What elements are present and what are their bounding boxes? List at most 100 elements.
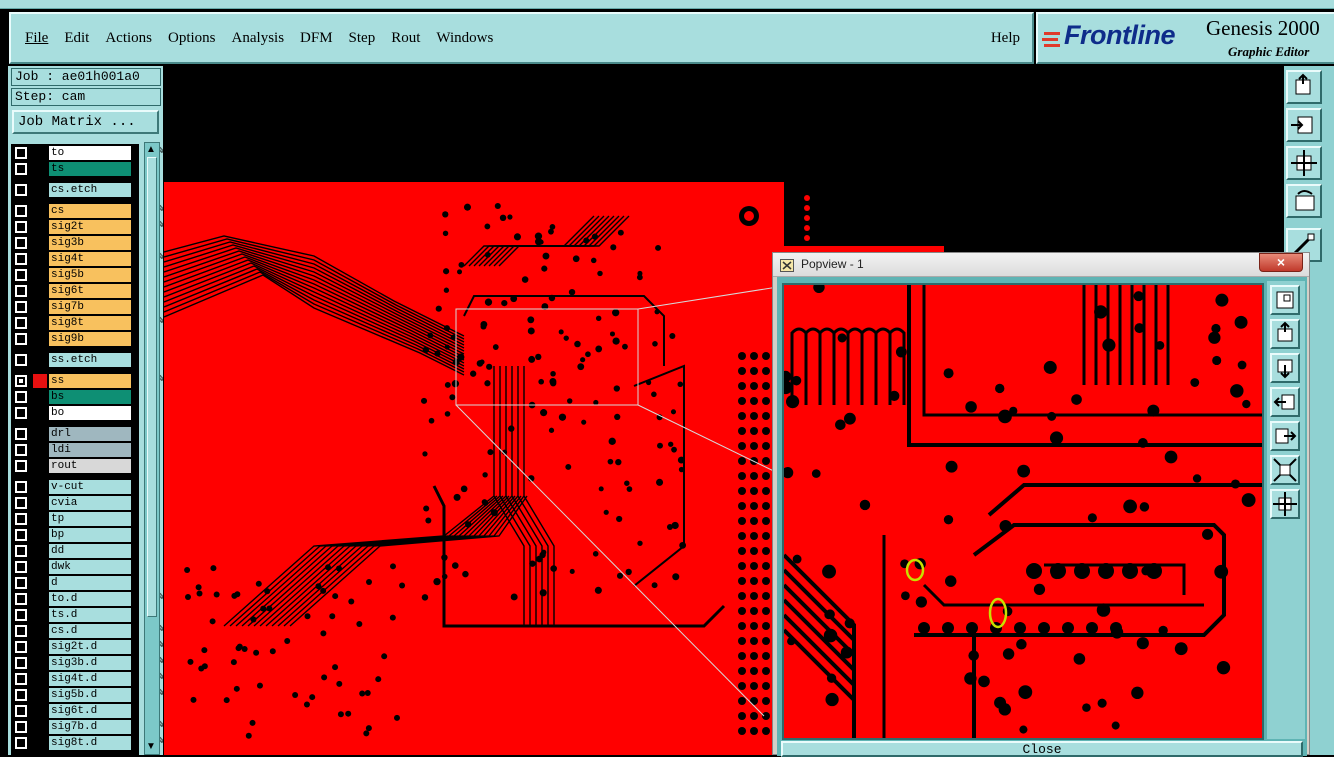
layer-color-swatch[interactable]: [33, 332, 47, 346]
layer-row-sig8t[interactable]: sig8t ✎: [11, 316, 165, 330]
layer-name[interactable]: v-cut: [49, 480, 131, 494]
layer-checkbox[interactable]: [15, 609, 27, 621]
layer-name[interactable]: bo: [49, 406, 131, 420]
layer-checkbox[interactable]: [15, 481, 27, 493]
menu-options[interactable]: Options: [160, 30, 224, 47]
layer-checkbox[interactable]: [15, 641, 27, 653]
pan-right-icon[interactable]: [1270, 421, 1300, 451]
layer-name[interactable]: sig3b: [49, 236, 131, 250]
layer-color-swatch[interactable]: [33, 236, 47, 250]
layer-row-ss.etch[interactable]: ss.etch: [11, 353, 139, 367]
layer-name[interactable]: bp: [49, 528, 131, 542]
layer-name[interactable]: sig4t ✎: [49, 252, 165, 266]
zoom-home-icon[interactable]: [1270, 319, 1300, 349]
layer-name[interactable]: to ✎: [49, 146, 165, 160]
layer-checkbox[interactable]: [15, 407, 27, 419]
layer-color-swatch[interactable]: [33, 544, 47, 558]
layer-row-sig8t.d[interactable]: sig8t.d ✎: [11, 736, 165, 750]
layer-name[interactable]: sig8t.d ✎: [49, 736, 165, 750]
layer-row-cs.d[interactable]: cs.d ✎: [11, 624, 165, 638]
layer-checkbox[interactable]: [15, 184, 27, 196]
layer-name[interactable]: bs: [49, 390, 131, 404]
layer-row-sig4t[interactable]: sig4t ✎: [11, 252, 165, 266]
pan-down-icon[interactable]: [1270, 353, 1300, 383]
layer-color-swatch[interactable]: [33, 656, 47, 670]
layer-color-swatch[interactable]: [33, 459, 47, 473]
layer-checkbox[interactable]: [15, 428, 27, 440]
layer-name[interactable]: sig2t ✎: [49, 220, 165, 234]
layer-color-swatch[interactable]: [33, 406, 47, 420]
zoom-home-icon[interactable]: [1286, 70, 1322, 104]
layer-checkbox[interactable]: [15, 269, 27, 281]
layer-color-swatch[interactable]: [33, 427, 47, 441]
layer-row-v-cut[interactable]: v-cut: [11, 480, 139, 494]
layer-checkbox[interactable]: [15, 529, 27, 541]
layer-color-swatch[interactable]: [33, 284, 47, 298]
layer-name[interactable]: cs ✎: [49, 204, 165, 218]
layer-color-swatch[interactable]: [33, 608, 47, 622]
layer-color-swatch[interactable]: [33, 592, 47, 606]
layer-checkbox[interactable]: [15, 391, 27, 403]
layer-color-swatch[interactable]: [33, 736, 47, 750]
layer-name[interactable]: cs.d ✎: [49, 624, 165, 638]
scroll-down-icon[interactable]: ▼: [146, 741, 156, 753]
layer-row-bs[interactable]: bs: [11, 390, 139, 404]
layer-color-swatch[interactable]: [33, 640, 47, 654]
measure-icon[interactable]: [1286, 184, 1322, 218]
job-matrix-button[interactable]: Job Matrix ...: [12, 110, 159, 134]
layer-row-dd[interactable]: dd: [11, 544, 139, 558]
layer-name[interactable]: cvia: [49, 496, 131, 510]
layer-row-sig9b[interactable]: sig9b: [11, 332, 139, 346]
menu-rout[interactable]: Rout: [383, 30, 428, 47]
layer-row-rout[interactable]: rout: [11, 459, 139, 473]
menu-file[interactable]: File: [17, 30, 56, 47]
layer-checkbox[interactable]: [15, 444, 27, 456]
popview-close-x-button[interactable]: ×: [1259, 253, 1303, 272]
layer-color-swatch[interactable]: [33, 252, 47, 266]
zoom-out-icon[interactable]: [1270, 455, 1300, 485]
layer-row-ts[interactable]: ts: [11, 162, 139, 176]
layer-name[interactable]: ldi: [49, 443, 131, 457]
layer-checkbox[interactable]: [15, 253, 27, 265]
layer-name[interactable]: drl: [49, 427, 131, 441]
layer-row-sig4t.d[interactable]: sig4t.d ✎: [11, 672, 165, 686]
layer-checkbox[interactable]: [15, 497, 27, 509]
layer-name[interactable]: sig5b.d ✎: [49, 688, 165, 702]
layer-checkbox[interactable]: [15, 163, 27, 175]
layer-color-swatch[interactable]: [33, 720, 47, 734]
layer-checkbox[interactable]: [15, 317, 27, 329]
layer-name[interactable]: tp: [49, 512, 131, 526]
layer-checkbox[interactable]: [15, 705, 27, 717]
layer-name[interactable]: sig8t ✎: [49, 316, 165, 330]
layer-checkbox[interactable]: [15, 375, 27, 387]
layer-color-swatch[interactable]: [33, 576, 47, 590]
pan-left-icon[interactable]: [1270, 387, 1300, 417]
layer-checkbox[interactable]: [15, 721, 27, 733]
layer-checkbox[interactable]: [15, 625, 27, 637]
layer-checkbox[interactable]: [15, 657, 27, 669]
layer-name[interactable]: sig3b.d ✎: [49, 656, 165, 670]
layer-color-swatch[interactable]: [33, 512, 47, 526]
layer-name[interactable]: sig4t.d ✎: [49, 672, 165, 686]
layer-color-swatch[interactable]: [33, 528, 47, 542]
layer-checkbox[interactable]: [15, 561, 27, 573]
layer-color-swatch[interactable]: [33, 624, 47, 638]
layer-color-swatch[interactable]: [33, 353, 47, 367]
menu-actions[interactable]: Actions: [97, 30, 160, 47]
layer-name[interactable]: dd: [49, 544, 131, 558]
layer-color-swatch[interactable]: [33, 560, 47, 574]
menu-analysis[interactable]: Analysis: [224, 30, 293, 47]
layer-name[interactable]: sig7b: [49, 300, 131, 314]
menu-windows[interactable]: Windows: [428, 30, 501, 47]
layer-color-swatch[interactable]: [33, 390, 47, 404]
layer-row-drl[interactable]: drl: [11, 427, 139, 441]
zoom-fit-icon[interactable]: [1286, 146, 1322, 180]
layer-row-sig6t.d[interactable]: sig6t.d: [11, 704, 139, 718]
layer-row-to[interactable]: to ✎: [11, 146, 165, 160]
layer-checkbox[interactable]: [15, 577, 27, 589]
layer-row-cs[interactable]: cs ✎: [11, 204, 165, 218]
layer-color-swatch[interactable]: [33, 204, 47, 218]
layer-row-sig5b[interactable]: sig5b: [11, 268, 139, 282]
layer-checkbox[interactable]: [15, 205, 27, 217]
layer-color-swatch[interactable]: [33, 496, 47, 510]
